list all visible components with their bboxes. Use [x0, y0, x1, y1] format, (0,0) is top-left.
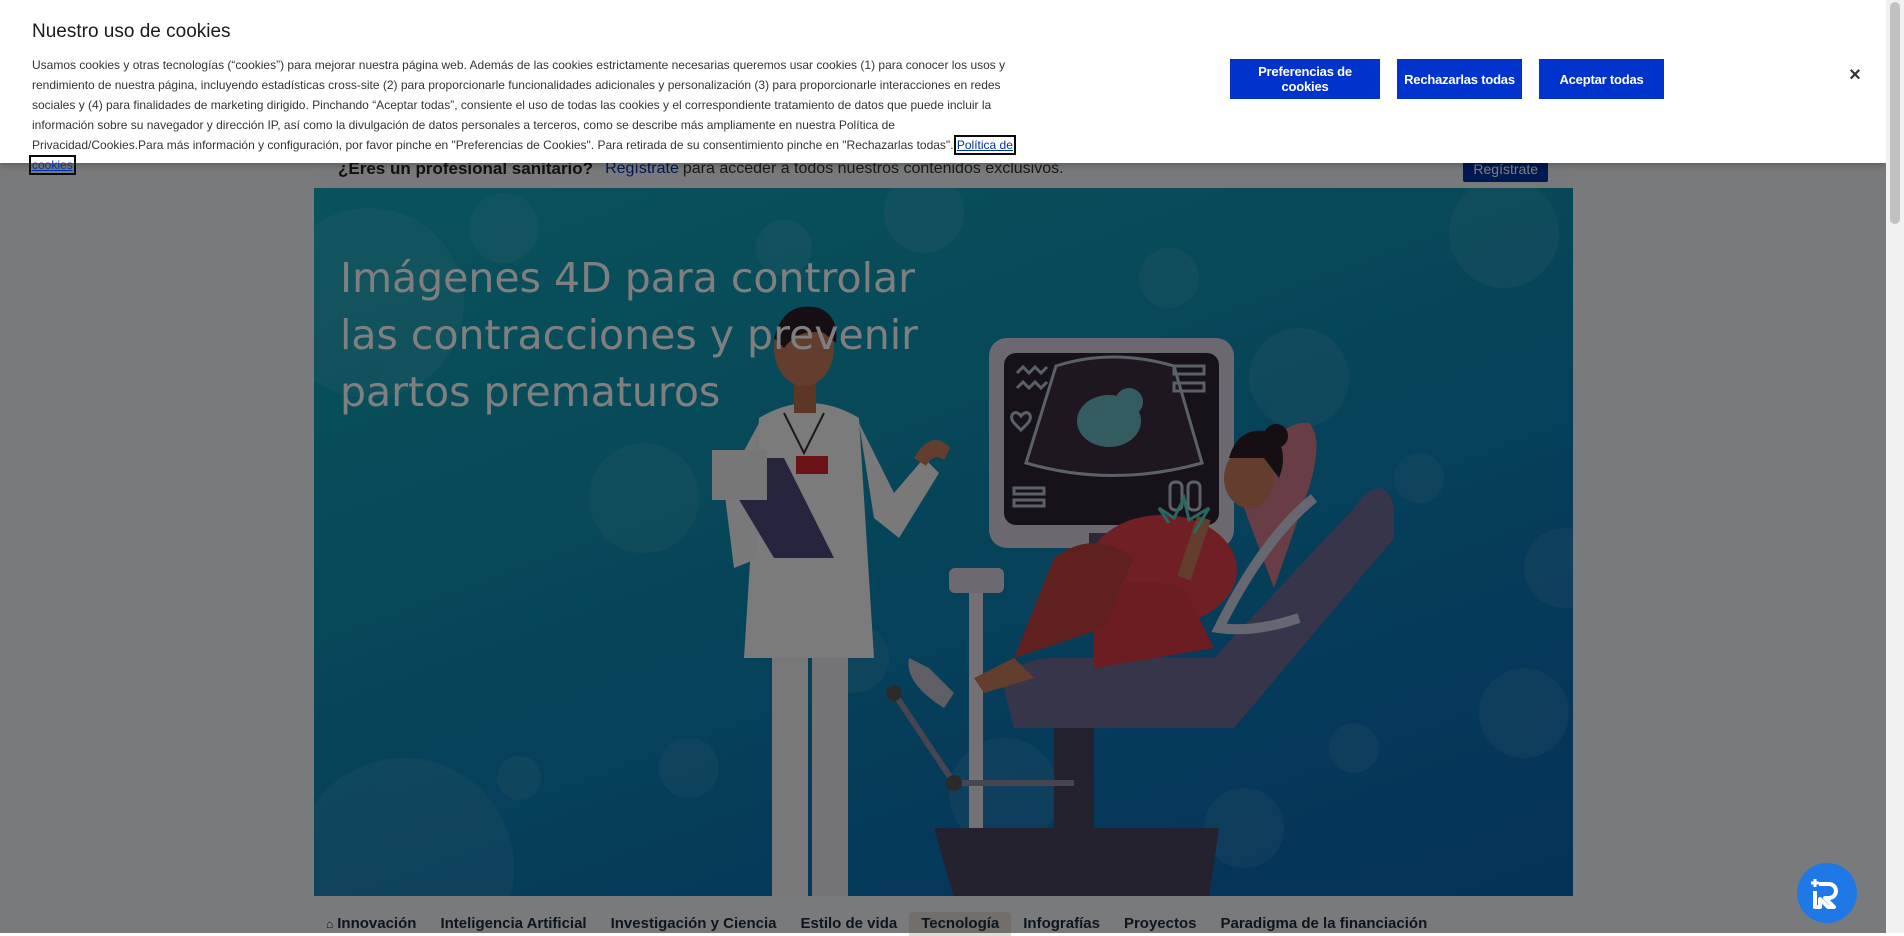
chat-assistant-button[interactable] [1797, 863, 1857, 923]
accept-all-button[interactable]: Aceptar todas [1539, 59, 1664, 99]
vertical-scrollbar[interactable] [1886, 0, 1904, 933]
close-icon[interactable]: × [1845, 65, 1865, 85]
cookie-banner-title: Nuestro uso de cookies [32, 21, 231, 42]
reject-all-button[interactable]: Rechazarlas todas [1397, 59, 1522, 99]
cookie-preferences-button[interactable]: Preferencias de cookies [1230, 59, 1380, 99]
cookie-banner-text: Usamos cookies y otras tecnologías (“coo… [29, 55, 1022, 175]
assistant-icon [1811, 879, 1838, 909]
scrollbar-thumb[interactable] [1890, 2, 1900, 224]
cookie-banner: Nuestro uso de cookies Usamos cookies y … [0, 0, 1886, 175]
cookie-banner-body: Usamos cookies y otras tecnologías (“coo… [32, 58, 1006, 152]
